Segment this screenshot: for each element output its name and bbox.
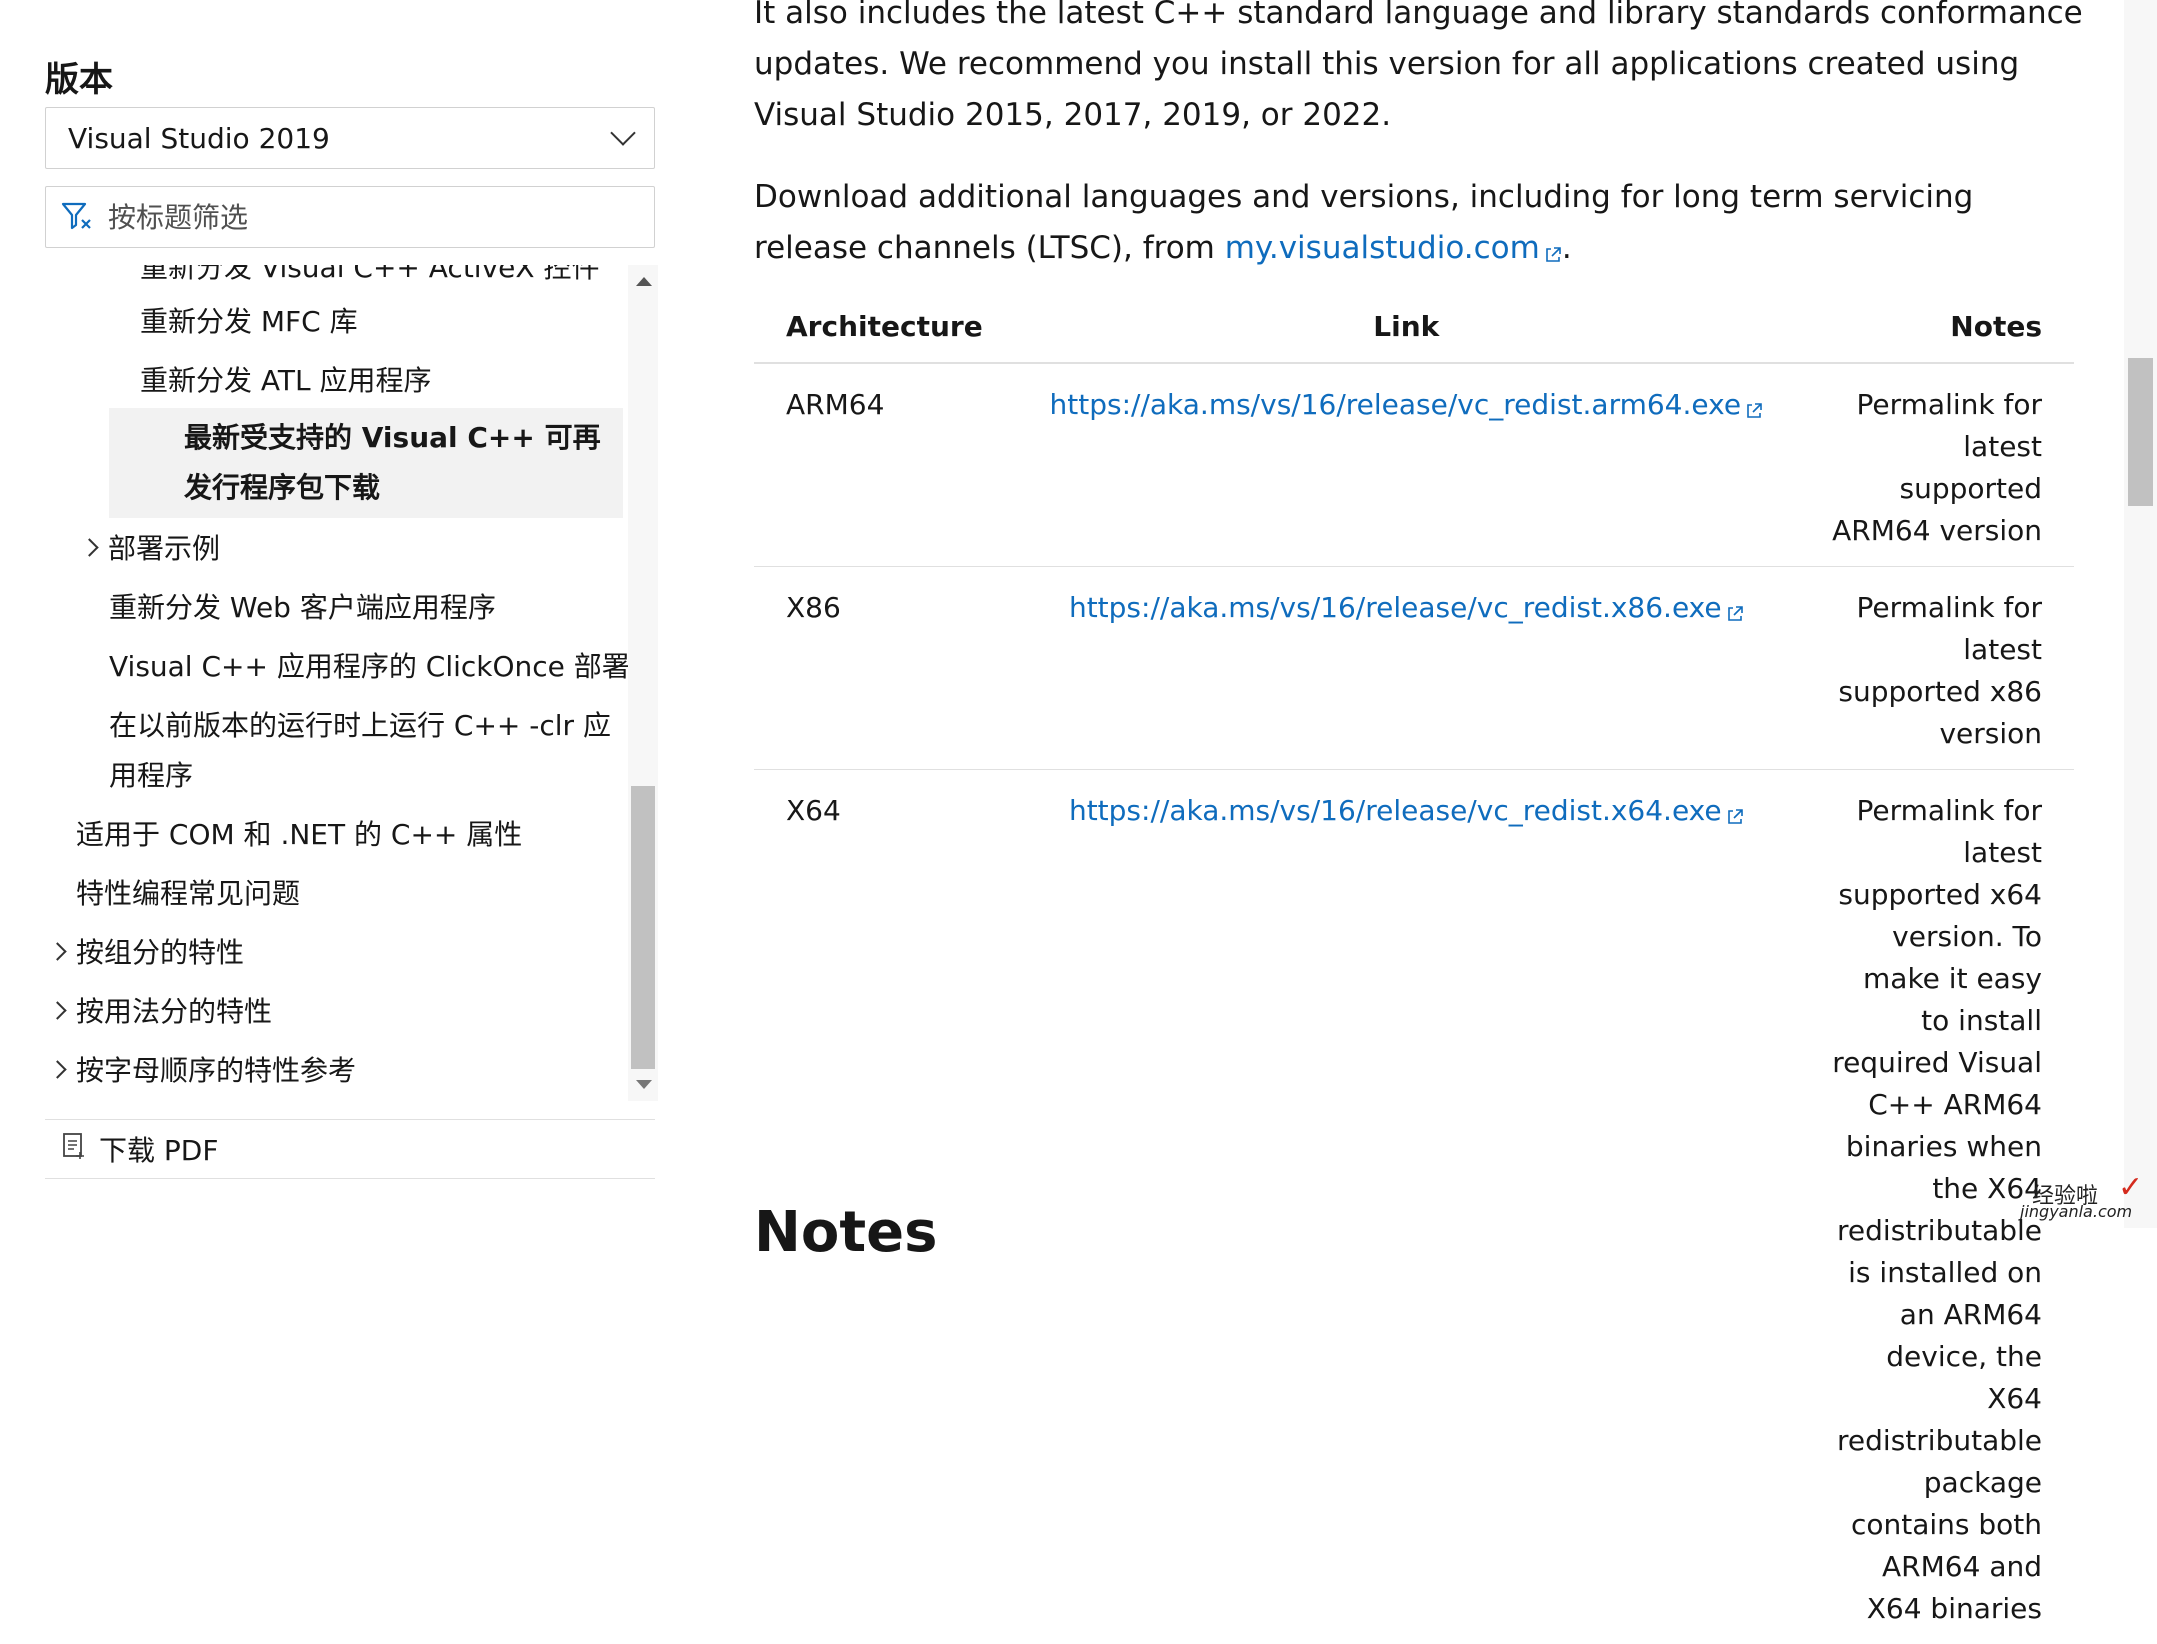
download-link-x86[interactable]: https://aka.ms/vs/16/release/vc_redist.x… (1069, 591, 1744, 624)
arch-cell: X86 (754, 567, 1018, 770)
watermark-logo: 经验啦 ✓ jingyanla.com (2018, 1178, 2152, 1224)
scroll-down-arrow-icon[interactable] (636, 1080, 652, 1089)
header-link: Link (1018, 290, 1796, 363)
page-scrollbar[interactable] (2124, 0, 2157, 1228)
chevron-right-icon (48, 942, 66, 960)
download-pdf-label: 下载 PDF (99, 1129, 218, 1169)
table-row: ARM64 https://aka.ms/vs/16/release/vc_re… (754, 363, 2074, 567)
version-heading: 版本 (45, 52, 113, 101)
arch-cell: ARM64 (754, 363, 1018, 567)
link-cell: https://aka.ms/vs/16/release/vc_redist.x… (1018, 567, 1796, 770)
toc-item-clr-runtime[interactable]: 在以前版本的运行时上运行 C++ -clr 应用程序 (109, 701, 629, 801)
pdf-document-icon (61, 1132, 87, 1167)
header-architecture: Architecture (754, 290, 1018, 363)
toc-item-deployment-examples[interactable]: 部署示例 (83, 524, 220, 574)
table-of-contents: 重新分发 Visual C++ ActiveX 控件 重新分发 MFC 库 重新… (45, 265, 658, 1101)
toc-item-redist-download[interactable]: 最新受支持的 Visual C++ 可再发行程序包下载 (109, 408, 623, 518)
toc-item-attribute-faq[interactable]: 特性编程常见问题 (76, 869, 300, 919)
toc-item-alphabetical-reference[interactable]: 按字母顺序的特性参考 (51, 1046, 356, 1096)
toc-item-com-net-attributes[interactable]: 适用于 COM 和 .NET 的 C++ 属性 (76, 810, 522, 860)
external-link-icon (1745, 390, 1763, 432)
my-visualstudio-link[interactable]: my.visualstudio.com (1225, 230, 1562, 266)
download-pdf-link[interactable]: 下载 PDF (45, 1119, 655, 1179)
table-header-row: Architecture Link Notes (754, 290, 2074, 363)
toc-item-clickonce[interactable]: Visual C++ 应用程序的 ClickOnce 部署 (109, 642, 630, 692)
download-link-arm64[interactable]: https://aka.ms/vs/16/release/vc_redist.a… (1050, 388, 1764, 421)
external-link-icon (1726, 796, 1744, 838)
notes-section-heading: Notes (754, 1200, 937, 1265)
download-link-x64[interactable]: https://aka.ms/vs/16/release/vc_redist.x… (1069, 794, 1744, 827)
toc-item-activex[interactable]: 重新分发 Visual C++ ActiveX 控件 (140, 265, 599, 293)
additional-languages-paragraph: Download additional languages and versio… (754, 172, 2084, 280)
toc-item-mfc[interactable]: 重新分发 MFC 库 (140, 297, 358, 347)
filter-input[interactable] (106, 200, 630, 235)
header-notes: Notes (1795, 290, 2074, 363)
toc-item-attributes-by-usage[interactable]: 按用法分的特性 (51, 987, 272, 1037)
toc-scroll-thumb[interactable] (631, 786, 655, 1069)
notes-cell: Permalink for latest supported x86 versi… (1795, 567, 2074, 770)
checkmark-icon: ✓ (2118, 1170, 2143, 1205)
table-row: X86 https://aka.ms/vs/16/release/vc_redi… (754, 567, 2074, 770)
version-select-value: Visual Studio 2019 (68, 122, 330, 155)
filter-icon (60, 198, 94, 236)
toc-scrollbar[interactable] (628, 265, 658, 1101)
redist-download-table: Architecture Link Notes ARM64 https://ak… (754, 290, 2074, 1644)
chevron-right-icon (80, 538, 98, 556)
page-scroll-thumb[interactable] (2128, 358, 2153, 506)
watermark-domain: jingyanla.com (2020, 1202, 2132, 1221)
link-cell: https://aka.ms/vs/16/release/vc_redist.a… (1018, 363, 1796, 567)
filter-box (45, 186, 655, 248)
notes-cell: Permalink for latest supported ARM64 ver… (1795, 363, 2074, 567)
intro-paragraph: It also includes the latest C++ standard… (754, 0, 2084, 141)
external-link-icon (1544, 229, 1562, 280)
external-link-icon (1726, 593, 1744, 635)
version-select[interactable]: Visual Studio 2019 (45, 107, 655, 169)
chevron-right-icon (48, 1001, 66, 1019)
scroll-up-arrow-icon[interactable] (636, 277, 652, 286)
chevron-down-icon (610, 120, 635, 145)
toc-item-web-client[interactable]: 重新分发 Web 客户端应用程序 (109, 583, 496, 633)
toc-item-atl[interactable]: 重新分发 ATL 应用程序 (140, 356, 432, 406)
chevron-right-icon (48, 1060, 66, 1078)
link-cell: https://aka.ms/vs/16/release/vc_redist.x… (1018, 770, 1796, 1644)
table-row: X64 https://aka.ms/vs/16/release/vc_redi… (754, 770, 2074, 1644)
toc-item-attributes-by-group[interactable]: 按组分的特性 (51, 928, 244, 978)
